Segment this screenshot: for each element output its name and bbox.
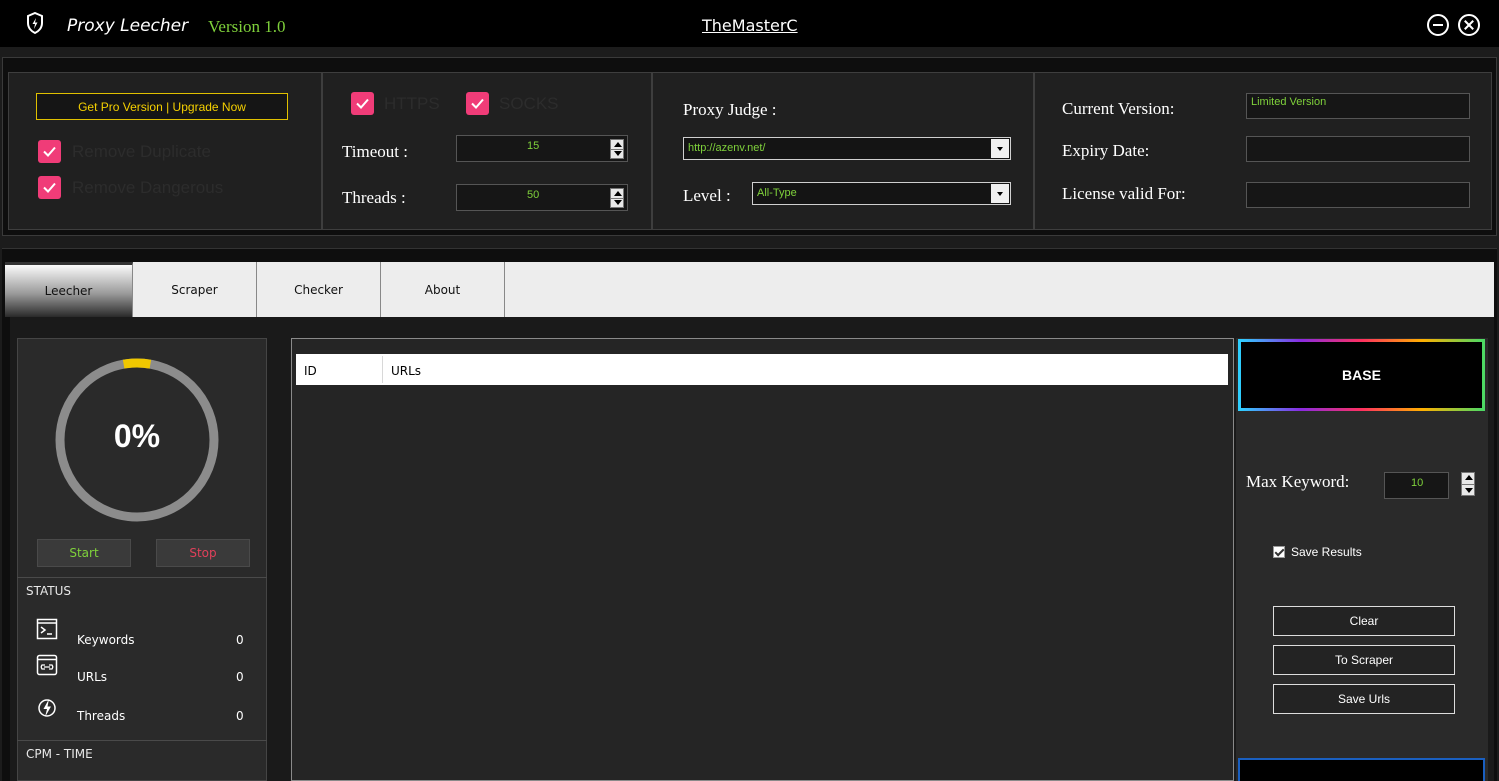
status-header: STATUS (26, 584, 72, 598)
proxy-judge-select[interactable]: http://azenv.net/ (683, 137, 1011, 160)
tab-checker[interactable]: Checker (257, 262, 381, 317)
max-keyword-value: 10 (1411, 477, 1424, 489)
threads-stat-value: 0 (236, 709, 244, 723)
shield-icon (27, 12, 43, 34)
chevron-down-icon[interactable] (991, 139, 1009, 158)
expiry-date-field (1246, 136, 1470, 162)
license-valid-field (1246, 182, 1470, 208)
max-keyword-label: Max Keyword: (1246, 472, 1350, 491)
max-keyword-input[interactable]: 10 (1384, 472, 1449, 499)
license-valid-label: License valid For: (1062, 184, 1186, 203)
stop-button[interactable]: Stop (156, 539, 250, 567)
checkbox-icon (1273, 546, 1285, 558)
timeout-label: Timeout : (342, 142, 408, 161)
start-button[interactable]: Start (37, 539, 131, 567)
current-version-field: Limited Version (1246, 93, 1470, 119)
timeout-input[interactable]: 15 (456, 135, 628, 162)
lightning-icon (38, 699, 56, 717)
checkmark-icon (471, 98, 484, 109)
chevron-down-icon[interactable] (991, 184, 1009, 203)
level-value: All-Type (757, 187, 797, 199)
checkmark-icon (43, 146, 56, 157)
max-keyword-stepper[interactable] (1461, 472, 1475, 496)
info-box (1238, 758, 1485, 781)
close-icon[interactable] (1458, 14, 1480, 36)
column-header-urls[interactable]: URLs (391, 364, 421, 378)
current-version-label: Current Version: (1062, 99, 1175, 118)
terminal-icon (36, 618, 58, 640)
table-header (296, 354, 1228, 385)
remove-duplicate-label: Remove Duplicate (72, 142, 211, 161)
threads-input[interactable]: 50 (456, 184, 628, 211)
level-label: Level : (683, 186, 731, 205)
save-results-label: Save Results (1291, 545, 1362, 559)
https-checkbox[interactable] (351, 92, 374, 115)
minimize-icon[interactable] (1427, 14, 1449, 36)
author-link[interactable]: TheMasterC (702, 16, 798, 35)
remove-dangerous-checkbox[interactable] (38, 176, 61, 199)
save-urls-button[interactable]: Save Urls (1273, 684, 1455, 714)
app-title: Proxy Leecher (67, 16, 189, 36)
tab-leecher[interactable]: Leecher (5, 262, 133, 317)
column-header-id[interactable]: ID (304, 364, 317, 378)
url-table[interactable] (291, 338, 1234, 781)
divider (17, 740, 267, 741)
urls-label: URLs (77, 670, 108, 684)
checkmark-icon (356, 98, 369, 109)
https-label: HTTPS (384, 94, 440, 113)
keywords-label: Keywords (77, 633, 135, 647)
threads-stepper[interactable] (610, 188, 624, 208)
app-version: Version 1.0 (208, 17, 286, 36)
threads-stat-label: Threads (77, 709, 126, 723)
cpm-time-header: CPM - TIME (26, 747, 93, 761)
save-results-checkbox[interactable]: Save Results (1273, 545, 1362, 559)
timeout-stepper[interactable] (610, 139, 624, 159)
checkmark-icon (43, 182, 56, 193)
link-window-icon (36, 654, 58, 676)
clear-button[interactable]: Clear (1273, 606, 1455, 636)
get-pro-button[interactable]: Get Pro Version | Upgrade Now (36, 93, 288, 120)
base-banner: BASE (1238, 339, 1485, 411)
timeout-value: 15 (527, 140, 540, 152)
expiry-date-label: Expiry Date: (1062, 141, 1150, 160)
tab-scraper[interactable]: Scraper (133, 262, 257, 317)
threads-value: 50 (527, 189, 540, 201)
divider (17, 577, 267, 578)
urls-value: 0 (236, 670, 244, 684)
progress-percent: 0% (113, 418, 161, 454)
remove-duplicate-checkbox[interactable] (38, 140, 61, 163)
keywords-value: 0 (236, 633, 244, 647)
column-separator (382, 356, 383, 383)
socks-checkbox[interactable] (466, 92, 489, 115)
to-scraper-button[interactable]: To Scraper (1273, 645, 1455, 675)
progress-arc (122, 358, 152, 369)
socks-label: SOCKS (499, 94, 559, 113)
remove-dangerous-label: Remove Dangerous (72, 178, 224, 197)
threads-label: Threads : (342, 188, 406, 207)
level-select[interactable]: All-Type (752, 182, 1011, 205)
tab-about[interactable]: About (381, 262, 505, 317)
proxy-judge-label: Proxy Judge : (683, 100, 777, 119)
proxy-judge-value: http://azenv.net/ (688, 142, 766, 154)
